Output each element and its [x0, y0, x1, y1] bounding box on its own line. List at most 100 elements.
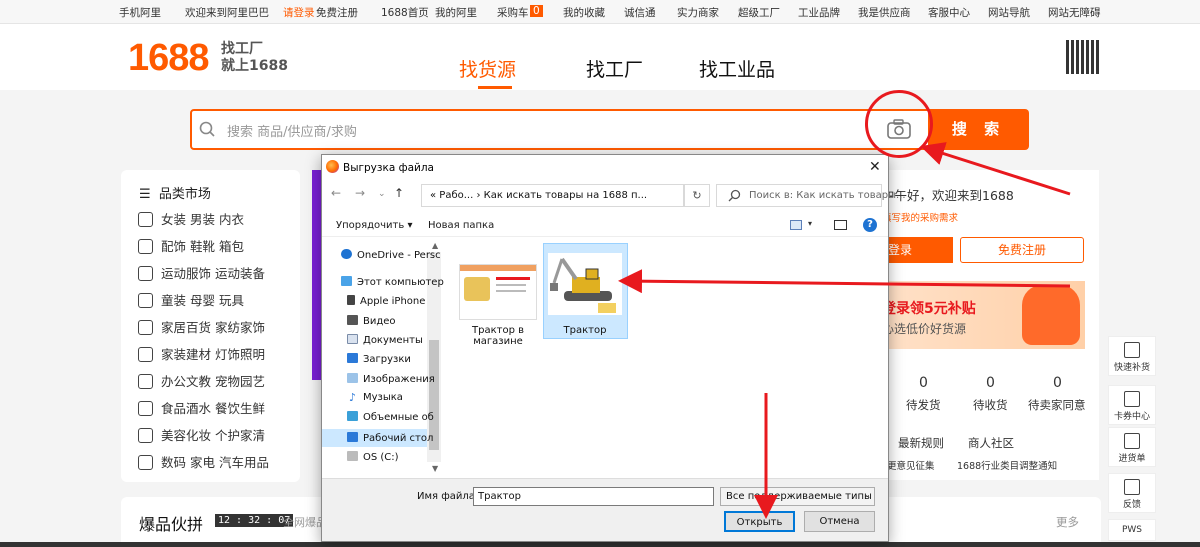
scroll-down-icon[interactable]: ▼	[432, 464, 438, 473]
quick-restock-button[interactable]: 快速补货	[1108, 336, 1156, 376]
beauty-icon	[138, 428, 153, 443]
up-icon[interactable]: ↑	[394, 186, 404, 200]
purchase-list-button[interactable]: 进货单	[1108, 427, 1156, 467]
chengxintong-link[interactable]: 诚信通	[624, 5, 656, 20]
news-link[interactable]: 1688行业类目调整通知	[957, 458, 1057, 472]
file-label[interactable]: Трактор в магазине	[453, 325, 543, 347]
baby-icon	[138, 293, 153, 308]
nav-downloads[interactable]: Загрузки	[347, 353, 411, 365]
refresh-icon[interactable]: ↻	[684, 184, 710, 207]
countdown-timer: 12 : 32 : 07	[215, 514, 294, 527]
tab-find-goods[interactable]: 找货源	[459, 55, 516, 82]
category-row[interactable]: 配饰 鞋靴 箱包	[138, 236, 244, 255]
category-row[interactable]: 食品酒水 餐饮生鲜	[138, 398, 265, 417]
search-placeholder: 搜索 商品/供应商/求购	[227, 125, 357, 140]
annotation-circle	[865, 90, 933, 158]
forward-icon[interactable]: →	[355, 186, 365, 200]
pws-button[interactable]: PWS	[1108, 519, 1156, 541]
folder-search-placeholder: Поиск в: Как искать товары...	[749, 190, 906, 201]
chevron-down-icon[interactable]: ⌄	[864, 490, 871, 499]
nav-desktop[interactable]: Рабочий стол	[347, 432, 433, 444]
strong-merchant-link[interactable]: 实力商家	[677, 5, 719, 20]
mobile-link[interactable]: 手机阿里	[119, 5, 161, 20]
open-button[interactable]: Открыть	[724, 511, 795, 532]
community-link[interactable]: 商人社区	[968, 435, 1014, 451]
camera-icon	[138, 455, 153, 470]
tab-find-factory[interactable]: 找工厂	[586, 55, 643, 82]
nav-music[interactable]: ♪ Музыка	[347, 392, 403, 403]
accessibility-link[interactable]: 网站无障碍	[1048, 5, 1101, 20]
nav-documents[interactable]: Документы	[347, 334, 423, 346]
logo[interactable]: 1688	[128, 37, 210, 80]
cloud-icon	[341, 249, 352, 259]
help-icon[interactable]: ?	[863, 218, 877, 232]
nav-pictures[interactable]: Изображения	[347, 373, 435, 385]
back-icon[interactable]: ←	[331, 186, 341, 200]
category-row[interactable]: 办公文教 宠物园艺	[138, 371, 265, 390]
category-row[interactable]: 女装 男装 内衣	[138, 209, 244, 228]
file-thumbnail-tractor-shop[interactable]	[459, 264, 537, 320]
pending-shipment-link[interactable]: 待发货	[906, 397, 941, 413]
phone-icon	[347, 295, 355, 305]
my-ali-link[interactable]: 我的阿里	[435, 5, 477, 20]
latest-rules-link[interactable]: 最新规则	[898, 435, 944, 451]
bottom-strip	[0, 542, 1200, 547]
chevron-down-icon[interactable]: ⌄	[378, 189, 386, 199]
picture-icon	[347, 373, 358, 383]
music-icon: ♪	[348, 391, 357, 404]
site-nav-link[interactable]: 网站导航	[988, 5, 1030, 20]
chevron-down-icon[interactable]: ▾	[808, 219, 812, 228]
close-icon[interactable]: ✕	[869, 159, 881, 175]
nav-os-c[interactable]: OS (C:)	[347, 451, 399, 463]
deals-title: 爆品伙拼	[139, 515, 204, 534]
login-button[interactable]: 登录	[880, 237, 953, 263]
category-row[interactable]: 家居百货 家纺家饰	[138, 317, 265, 336]
register-button[interactable]: 免费注册	[960, 237, 1084, 263]
video-icon	[347, 315, 358, 325]
drive-icon	[347, 451, 358, 461]
view-mode-icon[interactable]	[790, 220, 802, 230]
home-link[interactable]: 1688首页	[381, 5, 429, 20]
organize-menu[interactable]: Упорядочить ▾	[336, 220, 412, 231]
category-row[interactable]: 童装 母婴 玩具	[138, 290, 244, 309]
pending-receipt-link[interactable]: 待收货	[973, 397, 1008, 413]
super-factory-link[interactable]: 超级工厂	[738, 5, 780, 20]
cancel-button[interactable]: Отмена	[804, 511, 875, 532]
news-link[interactable]: 更意见征集	[887, 458, 935, 472]
tab-find-industrial[interactable]: 找工业品	[699, 55, 775, 82]
file-label[interactable]: Трактор	[540, 325, 630, 336]
supplier-link[interactable]: 我是供应商	[858, 5, 911, 20]
cart-count-badge: 0	[530, 5, 543, 17]
category-title: ☰ 品类市场	[139, 187, 211, 202]
category-row[interactable]: 数码 家电 汽车用品	[138, 452, 269, 471]
category-row[interactable]: 运动服饰 运动装备	[138, 263, 265, 282]
address-path: « Рабо... › Как искать товары на 1688 п.…	[430, 190, 648, 201]
clothes-icon	[138, 212, 153, 227]
service-center-link[interactable]: 客服中心	[928, 5, 970, 20]
login-link[interactable]: 请登录	[283, 5, 315, 20]
nav-iphone[interactable]: Apple iPhone	[347, 295, 425, 307]
preview-pane-icon[interactable]	[834, 220, 847, 230]
register-link[interactable]: 免费注册	[316, 5, 358, 20]
pending-seller-link[interactable]: 待卖家同意	[1028, 397, 1086, 413]
cart-link[interactable]: 采购车	[497, 5, 529, 20]
coupon-center-button[interactable]: 卡券中心	[1108, 385, 1156, 425]
search-button[interactable]: 搜 索	[928, 109, 1029, 150]
nav-this-pc[interactable]: Этот компьютер	[341, 276, 444, 288]
category-row[interactable]: 美容化妆 个护家清	[138, 425, 265, 444]
count-value: 0	[986, 375, 995, 391]
industrial-brand-link[interactable]: 工业品牌	[798, 5, 840, 20]
tractor-image[interactable]	[548, 253, 622, 315]
feedback-button[interactable]: 反馈	[1108, 473, 1156, 513]
nav-video[interactable]: Видео	[347, 315, 396, 327]
more-link[interactable]: 更多	[1056, 514, 1079, 530]
nav-3d-objects[interactable]: Объемные об	[347, 411, 434, 423]
favorites-link[interactable]: 我的收藏	[563, 5, 605, 20]
category-row[interactable]: 家装建材 灯饰照明	[138, 344, 265, 363]
cube-icon	[347, 411, 358, 421]
nav-onedrive[interactable]: OneDrive - Persc	[341, 249, 441, 261]
purchase-need-tag[interactable]: 填写我的采购需求	[882, 210, 958, 224]
coupon-subtitle: 心选低价好货源	[882, 322, 967, 336]
new-folder-button[interactable]: Новая папка	[428, 220, 494, 231]
restock-icon	[1124, 342, 1140, 358]
